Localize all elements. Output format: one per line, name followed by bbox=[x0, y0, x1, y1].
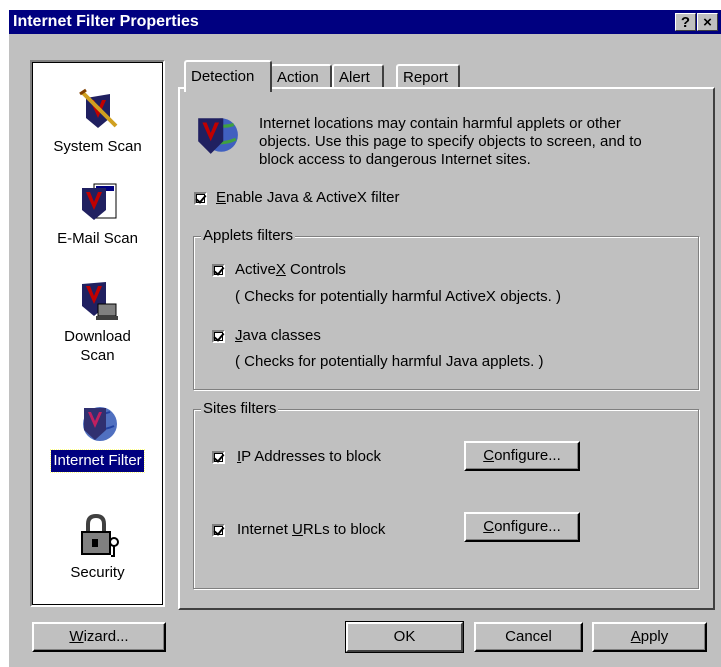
configure-urls-button[interactable]: Configure... bbox=[464, 512, 580, 542]
button-label: onfigure... bbox=[494, 518, 561, 535]
description-text: Internet locations may contain harmful a… bbox=[259, 115, 642, 169]
tab-label: Detection bbox=[191, 68, 255, 85]
accelerator-key: U bbox=[292, 521, 303, 538]
label-line-1: Download bbox=[64, 328, 131, 345]
configure-ip-button[interactable]: Configure... bbox=[464, 441, 580, 471]
tab-label: Action bbox=[277, 69, 319, 86]
tab-label: Report bbox=[403, 69, 449, 86]
url-block-label[interactable]: Internet URLs to block bbox=[237, 521, 385, 538]
email-scan-icon bbox=[81, 183, 116, 220]
button-label: Cancel bbox=[505, 628, 552, 645]
applets-filters-title: Applets filters bbox=[201, 227, 296, 244]
label-part: Active bbox=[235, 261, 276, 278]
java-checkbox[interactable] bbox=[212, 330, 225, 343]
label-part: nable Java & ActiveX filter bbox=[226, 189, 400, 206]
sidebar: System Scan E-Mail Scan Download Scan Int… bbox=[30, 60, 165, 607]
apply-button[interactable]: Apply bbox=[592, 622, 707, 652]
description-line: block access to dangerous Internet sites… bbox=[259, 151, 531, 168]
accelerator-key: J bbox=[235, 327, 243, 344]
sidebar-item-security[interactable]: Security bbox=[32, 514, 163, 584]
close-button[interactable]: × bbox=[697, 13, 718, 31]
accelerator-key: E bbox=[216, 189, 227, 206]
sidebar-item-label: System Scan bbox=[53, 138, 142, 155]
window-title: Internet Filter Properties bbox=[13, 13, 199, 30]
accelerator-key: W bbox=[69, 628, 84, 645]
ok-button[interactable]: OK bbox=[345, 621, 464, 653]
sidebar-item-label: Download Scan bbox=[62, 326, 133, 366]
java-label[interactable]: Java classes bbox=[235, 327, 321, 344]
enable-filter-label[interactable]: Enable Java & ActiveX filter bbox=[216, 189, 399, 206]
label-part: P Addresses to block bbox=[241, 448, 381, 465]
tab-detection[interactable]: Detection bbox=[184, 60, 272, 92]
download-scan-icon bbox=[81, 282, 118, 320]
activex-note: ( Checks for potentially harmful ActiveX… bbox=[235, 288, 561, 305]
tab-label: Alert bbox=[339, 69, 370, 86]
button-label: pply bbox=[640, 628, 669, 645]
sidebar-item-label: E-Mail Scan bbox=[57, 230, 138, 247]
accelerator-key: C bbox=[483, 447, 495, 464]
title-bar[interactable]: Internet Filter Properties ? × bbox=[9, 10, 721, 34]
sidebar-item-internet-filter[interactable]: Internet Filter bbox=[32, 402, 163, 473]
system-scan-icon bbox=[78, 88, 117, 128]
ip-block-label[interactable]: IP Addresses to block bbox=[237, 448, 381, 465]
accelerator-key: X bbox=[275, 261, 286, 278]
sidebar-item-email-scan[interactable]: E-Mail Scan bbox=[32, 180, 163, 250]
activex-label[interactable]: ActiveX Controls bbox=[235, 261, 346, 278]
description-line: objects. Use this page to specify object… bbox=[259, 133, 642, 150]
help-button[interactable]: ? bbox=[675, 13, 696, 31]
button-label: OK bbox=[393, 628, 416, 645]
label-part: Internet bbox=[237, 521, 293, 538]
security-lock-icon bbox=[80, 514, 119, 557]
cancel-button[interactable]: Cancel bbox=[474, 622, 583, 652]
button-label: izard... bbox=[83, 628, 129, 645]
sidebar-item-label: Security bbox=[70, 564, 125, 581]
sites-filters-group bbox=[193, 409, 699, 589]
sidebar-item-download-scan[interactable]: Download Scan bbox=[32, 278, 163, 366]
shield-globe-icon bbox=[198, 118, 238, 154]
button-label: onfigure... bbox=[494, 447, 561, 464]
sites-filters-title: Sites filters bbox=[201, 400, 279, 417]
url-block-checkbox[interactable] bbox=[212, 524, 225, 537]
label-part: ava classes bbox=[242, 327, 321, 344]
label-part: RLs to block bbox=[302, 521, 386, 538]
sidebar-item-label: Internet Filter bbox=[50, 449, 145, 473]
sidebar-item-system-scan[interactable]: System Scan bbox=[32, 88, 163, 158]
accelerator-key: C bbox=[483, 518, 495, 535]
description-line: Internet locations may contain harmful a… bbox=[259, 115, 621, 132]
java-note: ( Checks for potentially harmful Java ap… bbox=[235, 353, 544, 370]
wizard-button[interactable]: Wizard... bbox=[32, 622, 166, 652]
enable-filter-checkbox[interactable] bbox=[194, 192, 207, 205]
ip-block-checkbox[interactable] bbox=[212, 451, 225, 464]
activex-checkbox[interactable] bbox=[212, 264, 225, 277]
label-line-2: Scan bbox=[80, 347, 115, 364]
accelerator-key: A bbox=[630, 628, 641, 645]
label-part: Controls bbox=[285, 261, 346, 278]
internet-filter-icon bbox=[82, 407, 117, 441]
